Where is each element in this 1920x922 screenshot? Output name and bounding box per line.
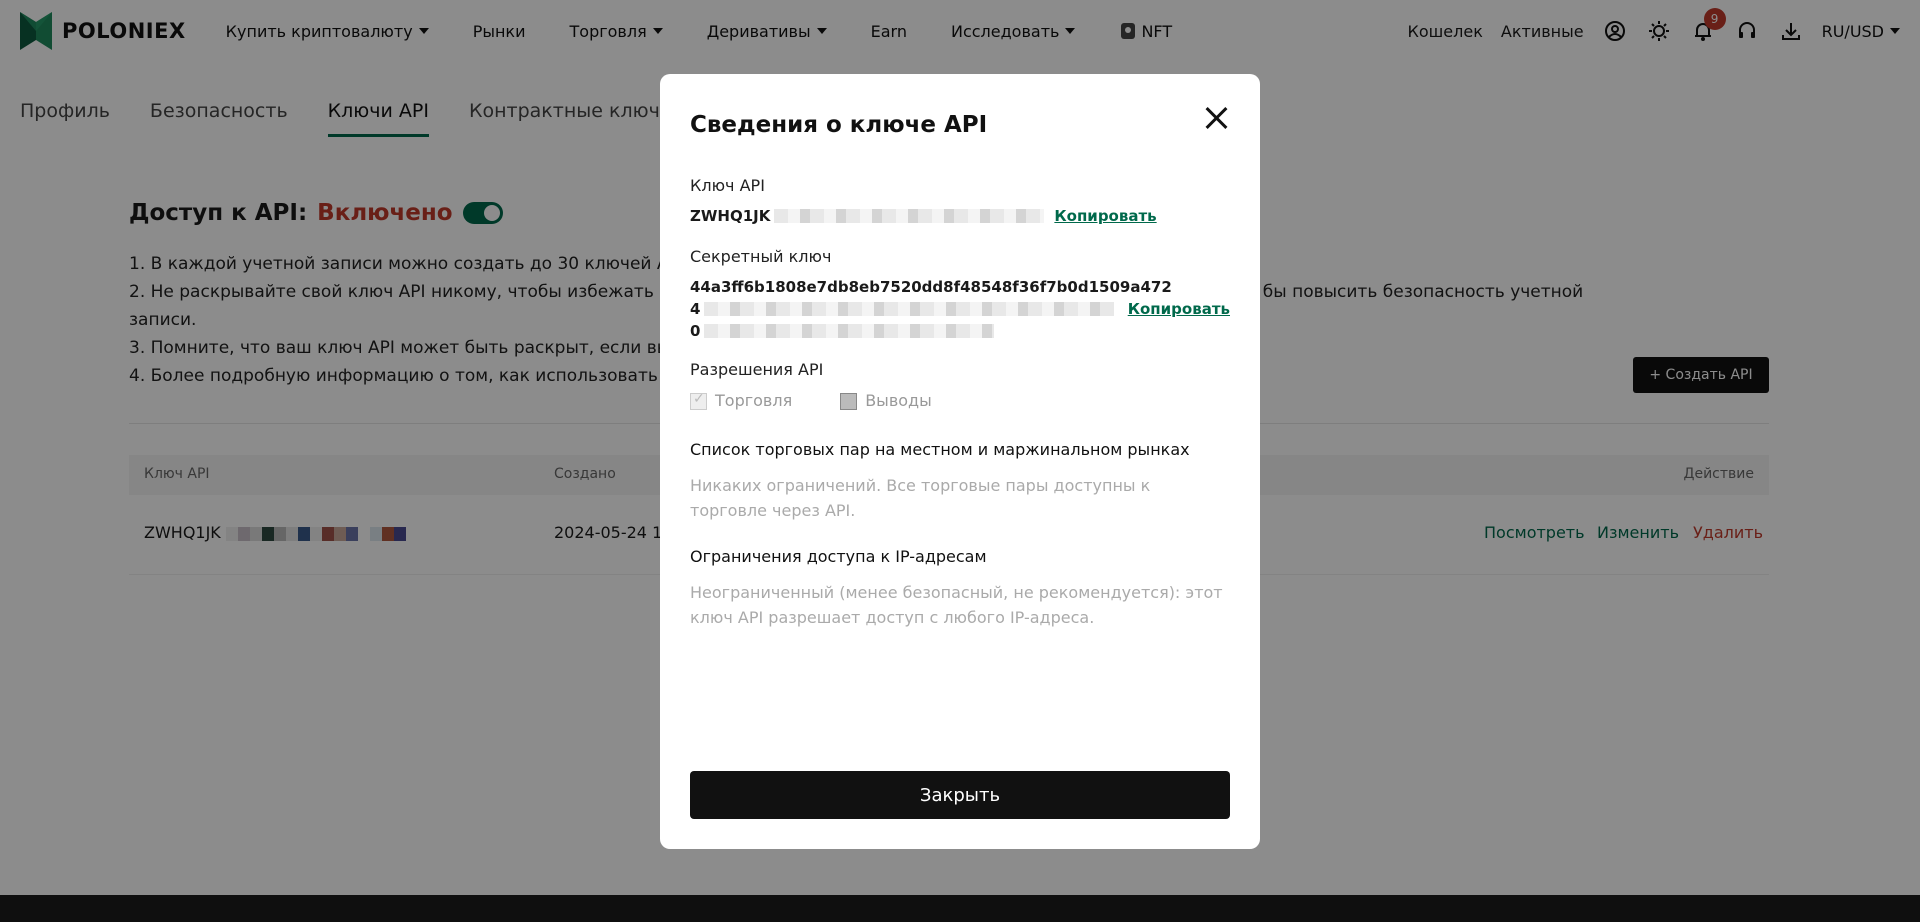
- perm-trade-label: Торговля: [715, 391, 793, 410]
- api-key-row: ZWHQ1JK Копировать: [690, 207, 1230, 225]
- close-icon[interactable]: [1202, 104, 1230, 132]
- secret-key-line-2: 4 Копировать: [690, 300, 1230, 318]
- close-button[interactable]: Закрыть: [690, 771, 1230, 819]
- permissions-list: Торговля Выводы: [690, 391, 1230, 410]
- perm-withdraw: Выводы: [840, 391, 932, 410]
- secret-key-line-3: 0: [690, 322, 1230, 340]
- ip-value: Неограниченный (менее безопасный, не рек…: [690, 583, 1223, 627]
- redacted-key: [774, 209, 1045, 223]
- ip-section: Ограничения доступа к IP-адресам Неогран…: [690, 547, 1230, 630]
- api-key-label: Ключ API: [690, 176, 765, 195]
- permissions-label: Разрешения API: [690, 360, 824, 379]
- api-key-value: ZWHQ1JK: [690, 207, 771, 225]
- perm-withdraw-label: Выводы: [865, 391, 932, 410]
- secret-key-line-3-start: 0: [690, 322, 701, 340]
- secret-key-label: Секретный ключ: [690, 247, 832, 266]
- perm-trade: Торговля: [690, 391, 792, 410]
- ip-label: Ограничения доступа к IP-адресам: [690, 547, 987, 566]
- modal-title: Сведения о ключе API: [690, 112, 988, 138]
- pairs-value: Никаких ограничений. Все торговые пары д…: [690, 476, 1151, 520]
- api-key-details-modal: Сведения о ключе API Ключ API ZWHQ1JK Ко…: [660, 74, 1260, 849]
- withdraw-checkbox[interactable]: [840, 393, 858, 410]
- permissions-section: Разрешения API Торговля Выводы: [690, 360, 1230, 410]
- api-key-section: Ключ API ZWHQ1JK Копировать: [690, 176, 1230, 225]
- pairs-section: Список торговых пар на местном и маржина…: [690, 440, 1230, 523]
- copy-api-key-button[interactable]: Копировать: [1054, 207, 1156, 225]
- secret-key-section: Секретный ключ 44a3ff6b1808e7db8eb7520dd…: [690, 247, 1230, 340]
- copy-secret-key-button[interactable]: Копировать: [1128, 300, 1230, 318]
- trade-checkbox[interactable]: [690, 391, 707, 410]
- redacted-secret: [704, 324, 995, 338]
- redacted-secret: [704, 302, 1114, 316]
- secret-key-line-1: 44a3ff6b1808e7db8eb7520dd8f48548f36f7b0d…: [690, 278, 1172, 296]
- secret-key-line-2-start: 4: [690, 300, 701, 318]
- pairs-label: Список торговых пар на местном и маржина…: [690, 440, 1190, 459]
